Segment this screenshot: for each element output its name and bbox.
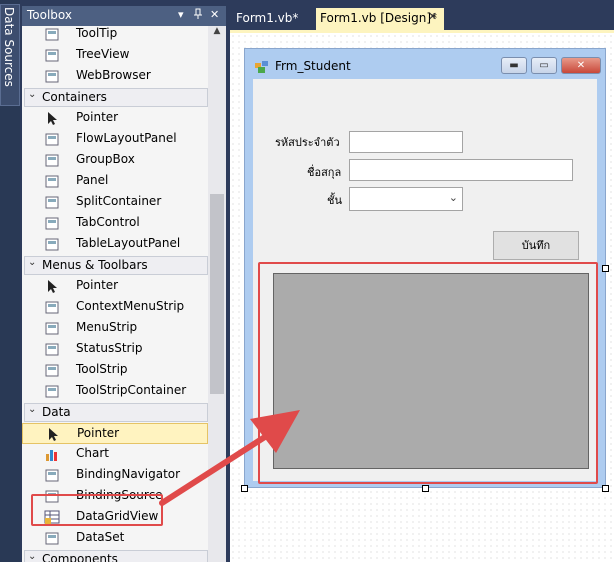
toolbox-group-containers[interactable]: ⌄ Containers: [24, 88, 208, 107]
pointer-icon: [49, 428, 58, 441]
tabcontrol-icon: [45, 217, 59, 230]
toolbox-item-label: Pointer: [76, 110, 119, 124]
pointer-icon: [48, 280, 57, 293]
label-student-id: รหัสประจำตัว: [275, 136, 340, 149]
tab-label: Form1.vb*: [236, 11, 299, 25]
toolbox-item-treeview[interactable]: TreeView: [22, 45, 208, 66]
toolbox-item-label: Panel: [76, 173, 109, 187]
chevron-down-icon: ⌄: [448, 191, 458, 204]
toolbox-item-label: StatusStrip: [76, 341, 143, 355]
toolbox-item-label: ToolTip: [76, 26, 118, 40]
toolbox-group-components[interactable]: ⌄ Components: [24, 550, 208, 562]
scroll-up-icon[interactable]: ▲: [208, 26, 226, 42]
close-icon[interactable]: ✕: [210, 8, 219, 21]
tab-form1-code[interactable]: Form1.vb*: [232, 8, 312, 30]
toolbox-item-contextmenustrip[interactable]: ContextMenuStrip: [22, 297, 208, 318]
pin-icon[interactable]: [194, 8, 202, 23]
splitcontainer-icon: [45, 196, 59, 209]
toolbox-item-statusstrip[interactable]: StatusStrip: [22, 339, 208, 360]
toolbox-item-flowlayoutpanel[interactable]: FlowLayoutPanel: [22, 129, 208, 150]
groupbox-icon: [45, 154, 59, 167]
student-id-input[interactable]: [349, 131, 463, 153]
resize-handle[interactable]: [602, 485, 609, 492]
toolbox-item-tablelayoutpanel[interactable]: TableLayoutPanel: [22, 234, 208, 255]
highlight-box-datagridview: [31, 494, 163, 526]
toolbox-item-label: MenuStrip: [76, 320, 138, 334]
bindingnavigator-icon: [45, 469, 59, 482]
tab-close-icon[interactable]: ✕: [428, 10, 437, 23]
flowlayoutpanel-icon: [45, 133, 59, 146]
toolbox-item-label: Pointer: [77, 426, 120, 440]
treeview-icon: [45, 49, 59, 62]
arrow-annotation: [159, 410, 300, 506]
dropdown-arrow-icon[interactable]: ▾: [178, 8, 184, 21]
toolstripcontainer-icon: [45, 385, 59, 398]
toolbox-group-menus-toolbars[interactable]: ⌄ Menus & Toolbars: [24, 256, 208, 275]
label-class-level: ชั้น: [327, 194, 342, 207]
collapse-arrow-icon: ⌄: [28, 257, 37, 268]
pin-glyph-icon: [194, 8, 202, 19]
chart-icon: [46, 450, 57, 461]
toolbox-item-toolstrip[interactable]: ToolStrip: [22, 360, 208, 381]
webbrowser-icon: [45, 70, 59, 83]
toolbox-item-label: FlowLayoutPanel: [76, 131, 177, 145]
collapse-arrow-icon: ⌄: [28, 89, 37, 100]
scrollbar-thumb[interactable]: [210, 194, 224, 394]
toolbox-item-menustrip[interactable]: MenuStrip: [22, 318, 208, 339]
minimize-button[interactable]: ▬: [501, 57, 527, 74]
toolstrip-icon: [45, 364, 59, 377]
toolbox-item-pointer[interactable]: Pointer: [22, 108, 208, 129]
maximize-button[interactable]: ▭: [531, 57, 557, 74]
form-icon: [255, 61, 268, 73]
menustrip-icon: [45, 322, 59, 335]
contextmenustrip-icon: [45, 301, 59, 314]
toolbox-item-label: WebBrowser: [76, 68, 151, 82]
label-full-name: ชื่อสกุล: [307, 166, 342, 179]
resize-handle[interactable]: [602, 265, 609, 272]
form-title: Frm_Student: [275, 59, 351, 73]
toolbox-item-webbrowser[interactable]: WebBrowser: [22, 66, 208, 87]
resize-handle[interactable]: [422, 485, 429, 492]
toolbox-item-label: TableLayoutPanel: [76, 236, 181, 250]
toolbox-item-label: GroupBox: [76, 152, 135, 166]
toolbox-item-dataset[interactable]: DataSet: [22, 528, 208, 549]
toolbox-title-bar: Toolbox ▾ ✕: [22, 6, 226, 26]
full-name-input[interactable]: [349, 159, 573, 181]
tab-label: Form1.vb [Design]*: [320, 11, 438, 25]
toolbox-item-label: ToolStrip: [76, 362, 128, 376]
group-label: Components: [42, 552, 118, 562]
toolbox-item-pointer[interactable]: Pointer: [22, 276, 208, 297]
toolbox-item-tabcontrol[interactable]: TabControl: [22, 213, 208, 234]
group-label: Menus & Toolbars: [42, 258, 148, 272]
toolbox-item-tooltip[interactable]: ToolTip: [22, 26, 208, 45]
toolbox-title: Toolbox: [27, 8, 72, 22]
data-sources-label: Data Sources: [2, 7, 16, 87]
panel-icon: [45, 175, 59, 188]
toolbox-item-label: DataSet: [76, 530, 125, 544]
close-button[interactable]: ✕: [561, 57, 601, 74]
dataset-icon: [45, 532, 59, 545]
toolbox-item-label: TreeView: [76, 47, 130, 61]
toolbox-item-groupbox[interactable]: GroupBox: [22, 150, 208, 171]
collapse-arrow-icon: ⌄: [28, 551, 37, 562]
group-label: Data: [42, 405, 71, 419]
pointer-icon: [48, 112, 57, 125]
toolbox-item-label: TabControl: [76, 215, 140, 229]
class-level-select[interactable]: ⌄: [349, 187, 463, 211]
toolbox-item-label: SplitContainer: [76, 194, 162, 208]
collapse-arrow-icon: ⌄: [28, 404, 37, 415]
tablelayoutpanel-icon: [45, 238, 59, 251]
statusstrip-icon: [45, 343, 59, 356]
toolbox-item-label: Pointer: [76, 278, 119, 292]
tooltip-icon: [45, 28, 59, 41]
data-sources-strip: Data Sources: [0, 0, 20, 562]
group-label: Containers: [42, 90, 107, 104]
toolbox-item-splitcontainer[interactable]: SplitContainer: [22, 192, 208, 213]
toolbox-item-panel[interactable]: Panel: [22, 171, 208, 192]
toolbox-item-label: ContextMenuStrip: [76, 299, 185, 313]
save-button[interactable]: บันทึก: [493, 231, 579, 260]
tab-form1-design[interactable]: Form1.vb [Design]*: [316, 8, 444, 30]
toolbox-item-label: Chart: [76, 446, 109, 460]
